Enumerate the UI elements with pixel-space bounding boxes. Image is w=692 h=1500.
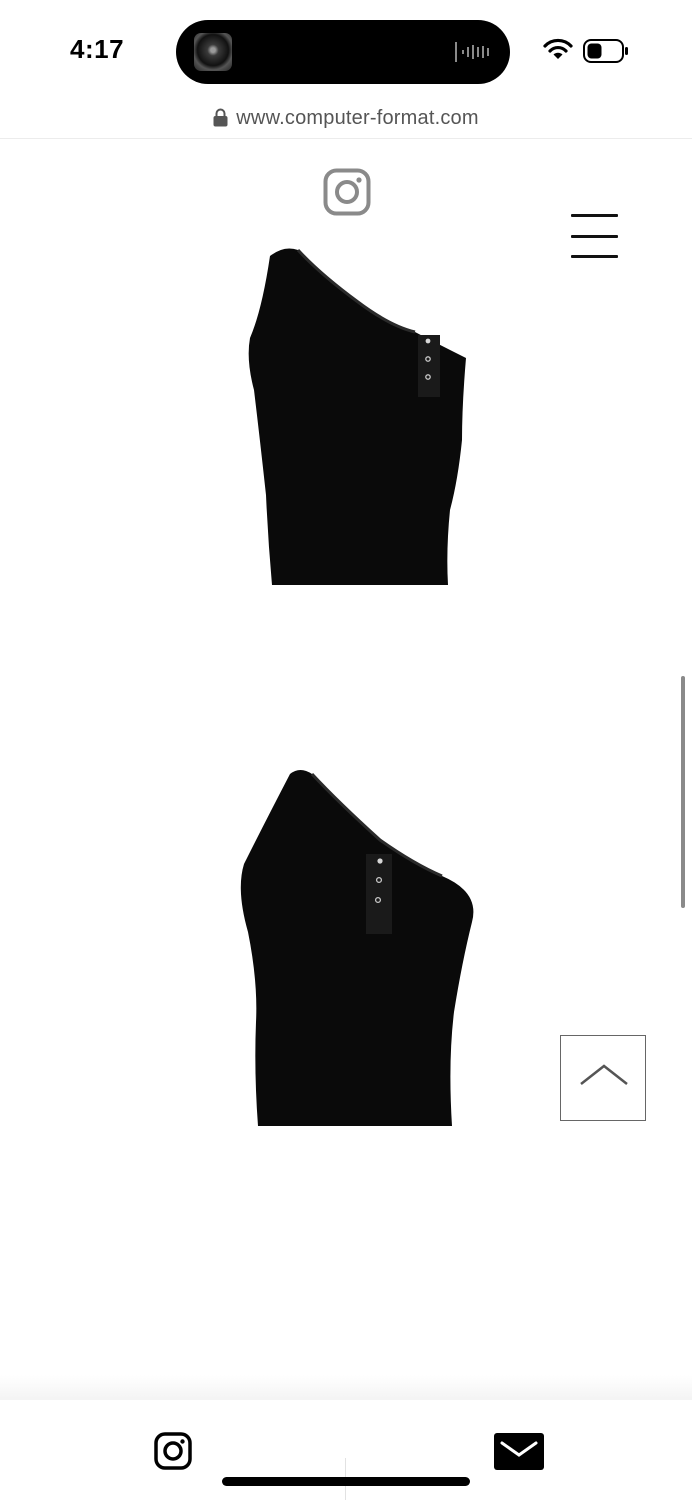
- wifi-icon: [543, 38, 573, 59]
- instagram-icon[interactable]: [323, 168, 371, 216]
- back-to-top-button[interactable]: [560, 1035, 646, 1121]
- dynamic-island[interactable]: [176, 20, 510, 84]
- hamburger-menu-icon[interactable]: [568, 210, 620, 262]
- product-image-tank-top-front[interactable]: [240, 240, 480, 595]
- status-time: 4:17: [70, 34, 125, 64]
- instagram-icon[interactable]: [154, 1432, 192, 1470]
- url-text[interactable]: www.computer-format.com: [236, 107, 478, 130]
- audio-waveform-icon: [455, 42, 489, 62]
- scrollbar[interactable]: [681, 676, 685, 908]
- address-bar[interactable]: www.computer-format.com: [0, 98, 692, 139]
- bottom-social-bar: [0, 1400, 692, 1500]
- home-indicator[interactable]: [222, 1477, 470, 1486]
- product-image-tank-top-angled[interactable]: [230, 762, 480, 1132]
- now-playing-artwork[interactable]: [194, 33, 232, 71]
- mail-icon[interactable]: [494, 1433, 544, 1471]
- status-bar: 4:17: [0, 0, 692, 100]
- chevron-up-icon: [580, 1064, 628, 1085]
- lock-icon: [213, 108, 228, 126]
- toolbar-shadow: [0, 1375, 692, 1401]
- battery-icon: [583, 39, 628, 63]
